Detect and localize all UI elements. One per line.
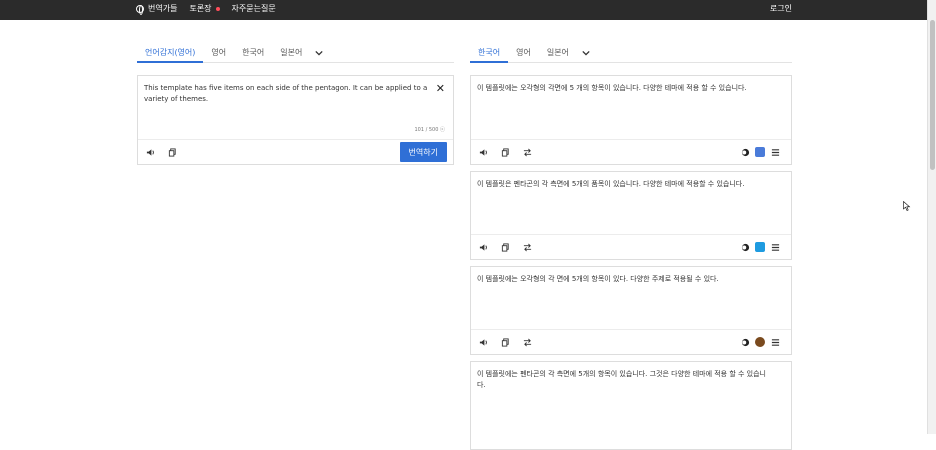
source-text-input[interactable]: This template has five items on each sid… [144,83,433,105]
copy-icon[interactable] [499,146,511,158]
faq-link[interactable]: 자주묻는질문 [232,3,276,14]
result-actions [735,336,785,348]
tab-target-japanese[interactable]: 일본어 [539,43,577,63]
source-toolbar: 번역하기 [138,139,453,164]
result-text: 이 템플릿에는 펜타곤의 각 측면에 5개의 항목이 있습니다. 그것은 다양한… [477,370,766,389]
chevron-down-icon[interactable] [581,43,591,63]
character-count: 101 / 500 ⓒ [414,127,445,133]
result-toolbar [471,234,791,259]
page-scrollbar[interactable] [927,0,936,434]
tab-source-korean[interactable]: 한국어 [234,43,272,63]
speaker-icon[interactable] [477,241,489,253]
result-text: 이 템플릿에는 오각형의 각면에 5 개의 항목이 있습니다. 다양한 테마에 … [477,84,747,92]
result-panel-3: 이 템플릿에는 오각형의 각 면에 5개의 항목이 있다. 다양한 주제로 적용… [470,266,792,355]
globe-icon [136,4,144,15]
tab-source-english[interactable]: 영어 [203,43,234,63]
translators-label: 번역가들 [148,4,178,13]
copy-icon[interactable] [499,241,511,253]
target-language-tabs: 한국어 영어 일본어 [470,43,792,63]
toggle-icon[interactable] [739,146,751,158]
copy-icon[interactable] [166,146,178,158]
top-nav: 번역가들 토론장 자주묻는질문 [136,3,276,15]
top-navigation-bar: 번역가들 토론장 자주묻는질문 로그인 [0,0,936,20]
swap-icon[interactable] [521,241,533,253]
speaker-icon[interactable] [477,146,489,158]
kakao-translate-icon [755,337,765,347]
result-panel-1: 이 템플릿에는 오각형의 각면에 5 개의 항목이 있습니다. 다양한 테마에 … [470,75,792,165]
source-input-panel: This template has five items on each sid… [137,75,454,165]
swap-icon[interactable] [521,146,533,158]
tab-source-japanese[interactable]: 일본어 [272,43,310,63]
notification-dot [215,6,220,11]
translators-link[interactable]: 번역가들 [136,3,178,15]
menu-icon[interactable] [769,146,781,158]
result-text: 이 템플릿은 펜타곤의 각 측면에 5개의 품목이 있습니다. 다양한 테마에 … [477,180,745,188]
chevron-down-icon[interactable] [314,43,324,63]
google-translate-icon [755,147,765,157]
speaker-icon[interactable] [144,146,156,158]
source-language-tabs: 언어감지(영어) 영어 한국어 일본어 [137,43,454,63]
menu-icon[interactable] [769,336,781,348]
result-toolbar [471,139,791,164]
toggle-icon[interactable] [739,336,751,348]
result-panel-4: 이 템플릿에는 펜타곤의 각 측면에 5개의 항목이 있습니다. 그것은 다양한… [470,361,792,450]
result-actions [735,241,785,253]
toggle-icon[interactable] [739,241,751,253]
community-label: 토론장 [189,4,212,13]
tab-target-english[interactable]: 영어 [508,43,539,63]
result-actions [735,146,785,158]
scrollbar-thumb[interactable] [930,20,935,170]
bing-translator-icon [755,242,765,252]
translate-button[interactable]: 번역하기 [399,142,447,162]
tab-detect-language[interactable]: 언어감지(영어) [137,43,204,63]
menu-icon[interactable] [769,241,781,253]
mouse-cursor-icon [903,201,911,211]
tab-target-korean[interactable]: 한국어 [470,43,509,63]
result-toolbar [471,329,791,354]
copy-icon[interactable] [499,336,511,348]
community-link[interactable]: 토론장 [189,3,220,14]
login-link[interactable]: 로그인 [770,3,792,14]
swap-icon[interactable] [521,336,533,348]
result-panel-2: 이 템플릿은 펜타곤의 각 측면에 5개의 품목이 있습니다. 다양한 테마에 … [470,171,792,260]
speaker-icon[interactable] [477,336,489,348]
result-text: 이 템플릿에는 오각형의 각 면에 5개의 항목이 있다. 다양한 주제로 적용… [477,275,719,283]
clear-icon[interactable]: ✕ [436,82,445,95]
